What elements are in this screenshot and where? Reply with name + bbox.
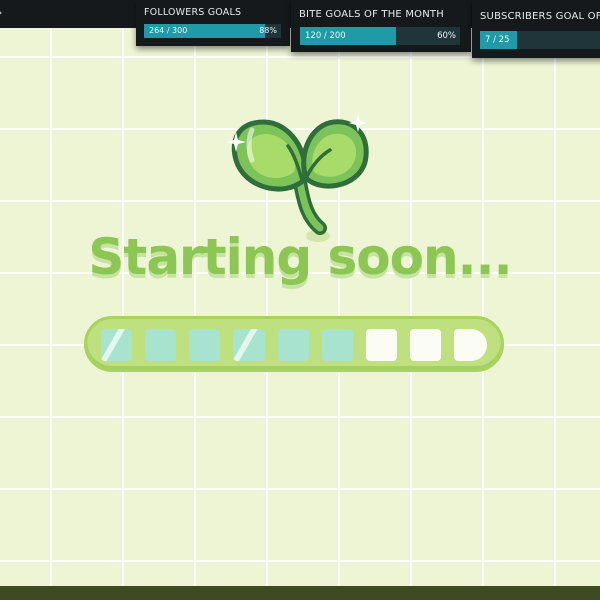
bits-goal-widget: BITE GOALS OF THE MONTH 120 / 200 60% — [291, 0, 471, 52]
bits-goal-count: 120 / 200 — [305, 31, 346, 41]
loading-segment — [233, 329, 265, 361]
followers-goal-widget: FOLLOWERS GOALS 264 / 300 88% — [136, 0, 290, 46]
followers-goal-title: FOLLOWERS GOALS — [144, 7, 242, 18]
loading-segment — [454, 329, 488, 361]
bits-goal-title: BITE GOALS OF THE MONTH — [299, 9, 444, 20]
subscribers-goal-widget: SUBSCRIBERS GOAL OF 7 / 25 — [472, 0, 600, 58]
bits-goal-percent: 60% — [437, 31, 456, 41]
followers-goal-count: 264 / 300 — [149, 26, 188, 35]
starting-soon-heading: Starting soon... — [88, 228, 512, 286]
loading-segment — [365, 329, 397, 361]
loading-segment — [101, 329, 133, 361]
chevron-right-icon: › — [0, 6, 2, 20]
subscribers-goal-title: SUBSCRIBERS GOAL OF — [480, 11, 600, 22]
followers-goal-percent: 88% — [259, 26, 277, 35]
loading-segment — [409, 329, 441, 361]
subscribers-goal-count: 7 / 25 — [485, 35, 510, 45]
subscribers-goal-bar: 7 / 25 — [480, 31, 600, 49]
loading-segment — [189, 329, 221, 361]
bits-goal-bar: 120 / 200 60% — [300, 27, 460, 45]
loading-bar — [84, 316, 504, 372]
followers-goal-bar: 264 / 300 88% — [144, 24, 281, 38]
loading-segment — [277, 329, 309, 361]
loading-segment — [321, 329, 353, 361]
loading-segments — [101, 329, 488, 361]
loading-segment — [145, 329, 177, 361]
bottom-bar — [0, 586, 600, 600]
